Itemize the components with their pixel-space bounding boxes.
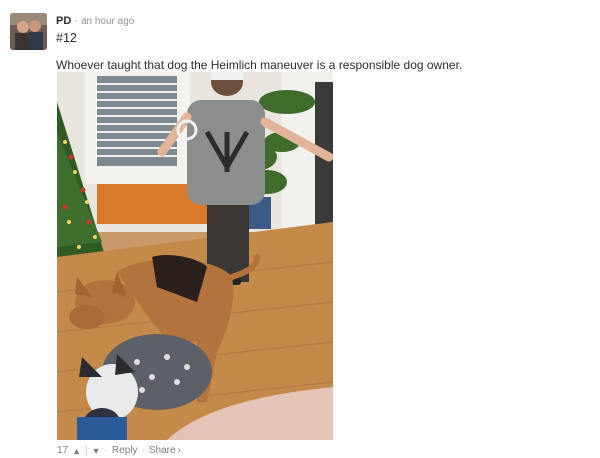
- timestamp[interactable]: an hour ago: [81, 16, 134, 27]
- vote-divider: |: [85, 445, 88, 456]
- photo-dogs-heimlich: [57, 72, 333, 440]
- avatar[interactable]: [10, 13, 47, 50]
- footer-dot: ·: [104, 445, 108, 456]
- reply-button[interactable]: Reply: [112, 445, 138, 456]
- comment-number: #12: [56, 31, 77, 45]
- author-name[interactable]: PD: [56, 15, 71, 27]
- meta-separator: ·: [74, 15, 78, 27]
- vote-count: 17: [57, 445, 69, 456]
- chevron-down-icon[interactable]: ▼: [92, 446, 101, 456]
- comment-meta: PD · an hour ago: [56, 14, 134, 29]
- avatar-image: [10, 13, 47, 50]
- comment-text: Whoever taught that dog the Heimlich man…: [56, 58, 463, 72]
- comment-photo[interactable]: [57, 72, 333, 440]
- chevron-right-icon: ›: [177, 445, 181, 456]
- footer-dot: ·: [141, 445, 145, 456]
- comment-footer: 17 ▲ | ▼ · Reply · Share ›: [57, 445, 181, 456]
- chevron-up-icon[interactable]: ▲: [72, 446, 81, 456]
- share-button[interactable]: Share: [149, 445, 176, 456]
